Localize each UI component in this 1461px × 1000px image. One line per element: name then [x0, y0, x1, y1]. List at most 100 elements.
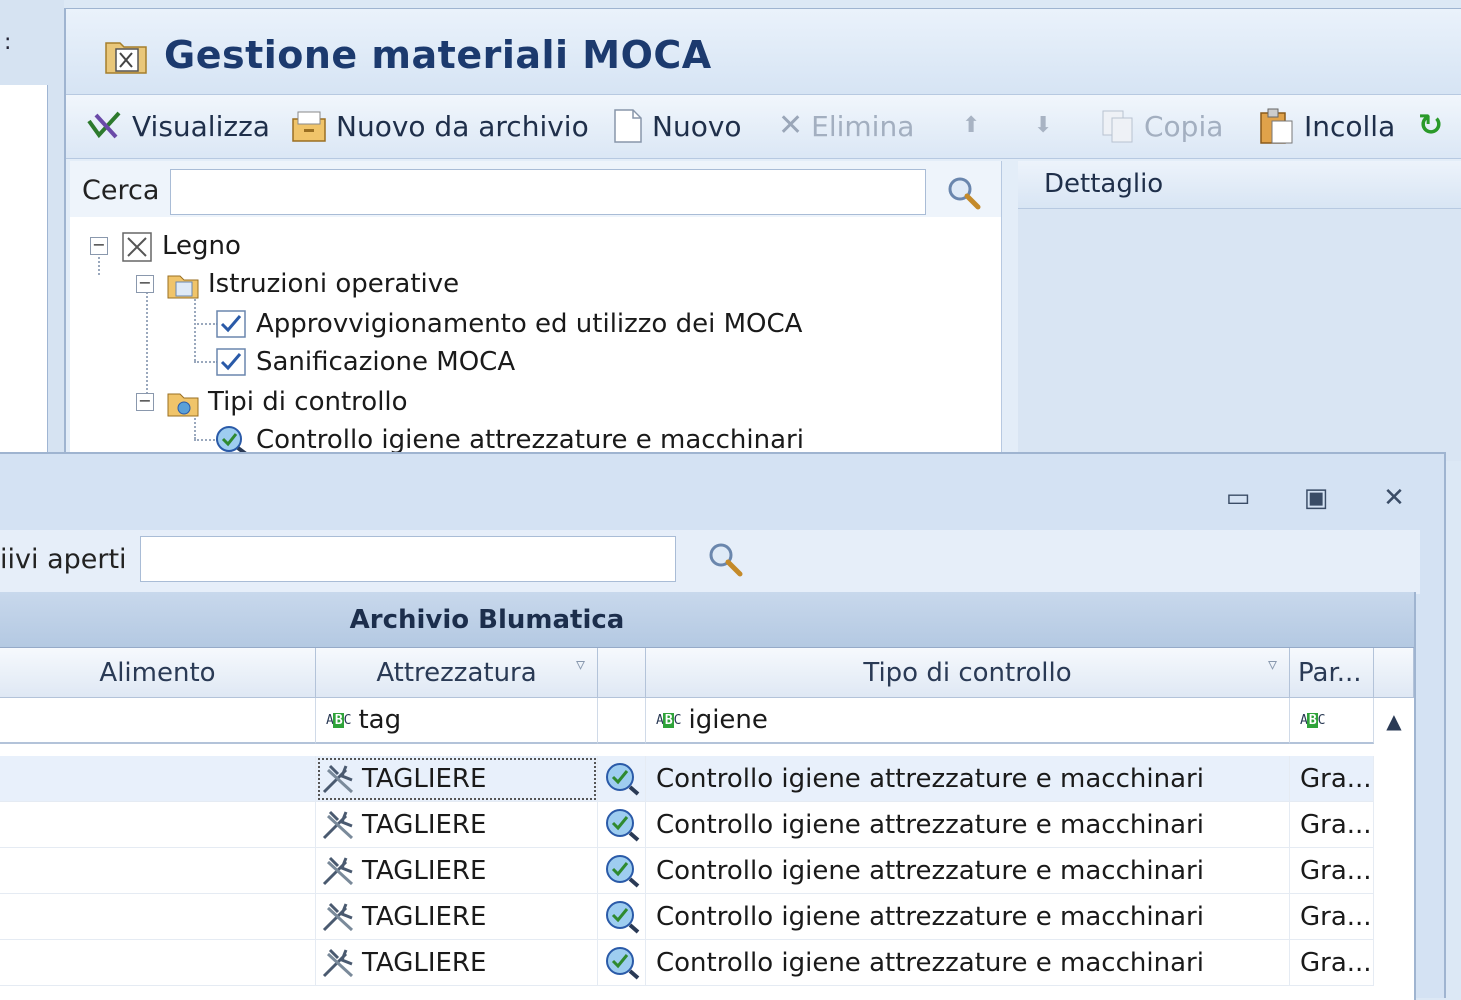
filter-cell-icon — [598, 698, 646, 744]
text-filter-icon: ABC — [326, 712, 352, 728]
filter-icon[interactable]: ▿ — [1268, 654, 1277, 675]
tree-node-tipi-di-controllo[interactable]: Tipi di controllo — [166, 383, 408, 421]
tree-node-legno[interactable]: Legno — [120, 227, 241, 265]
cell-text: Controllo igiene attrezzature e macchina… — [656, 809, 1204, 840]
column-header-tipo-controllo[interactable]: Tipo di controllo ▿ — [646, 648, 1290, 698]
control-check-icon — [605, 762, 639, 796]
title-bar: Gestione materiali MOCA — [66, 9, 1461, 95]
cell-tipo-controllo[interactable]: Controllo igiene attrezzature e macchina… — [646, 802, 1290, 848]
dialog-search-row: iivi aperti — [0, 530, 1420, 594]
tree-node-sanificazione[interactable]: Sanificazione MOCA — [214, 343, 515, 381]
cell-par[interactable]: Gra... — [1290, 802, 1374, 848]
checklist-icon — [216, 310, 246, 338]
cell-tipo-controllo[interactable]: Controllo igiene attrezzature e macchina… — [646, 848, 1290, 894]
minimize-button[interactable]: ▭ — [1218, 478, 1258, 518]
column-header-label: Attrezzatura — [376, 657, 537, 688]
search-icon[interactable] — [946, 175, 982, 211]
arrow-up-icon: ⬆ — [962, 113, 981, 138]
search-icon[interactable] — [706, 540, 746, 580]
nuovo-da-archivio-label: Nuovo da archivio — [336, 109, 589, 143]
incolla-button[interactable]: Incolla — [1258, 105, 1395, 147]
left-pane-content — [0, 85, 48, 455]
band-title: Archivio Blumatica — [349, 605, 625, 635]
column-header-attrezzatura[interactable]: Attrezzatura ▿ — [316, 648, 598, 698]
cell-par[interactable]: Gra... — [1290, 940, 1374, 986]
cell-alimento[interactable] — [0, 940, 316, 986]
material-icon — [122, 232, 152, 262]
cell-icon[interactable] — [598, 940, 646, 986]
scroll-up-arrow[interactable]: ▲ — [1374, 698, 1414, 744]
toolbar: Visualizza Nuovo da archivio Nuovo ✕ Eli… — [66, 95, 1461, 159]
detail-panel: Dettaglio — [1018, 161, 1461, 461]
filter-cell-tipo[interactable]: A B C igiene — [646, 698, 1290, 744]
tree-panel: Cerca − Legno − Istruzioni operative App… — [70, 161, 1002, 461]
search-label: Cerca — [82, 175, 160, 206]
cell-attrezzatura[interactable]: TAGLIERE — [316, 802, 598, 848]
filter-value: igiene — [688, 705, 768, 735]
copy-icon — [1102, 110, 1133, 143]
nuovo-label: Nuovo — [652, 109, 742, 143]
cell-attrezzatura[interactable]: TAGLIERE — [316, 940, 598, 986]
cell-alimento[interactable] — [0, 894, 316, 940]
cell-attrezzatura[interactable]: TAGLIERE — [316, 848, 598, 894]
cell-par[interactable]: Gra... — [1290, 894, 1374, 940]
refresh-icon: ↻ — [1418, 108, 1444, 143]
move-up-button[interactable]: ⬆ — [962, 105, 988, 147]
control-check-icon — [605, 900, 639, 934]
cell-tipo-controllo[interactable]: Controllo igiene attrezzature e macchina… — [646, 756, 1290, 802]
archive-new-icon — [292, 111, 326, 142]
cell-icon[interactable] — [598, 848, 646, 894]
paste-icon — [1260, 108, 1293, 144]
nuovo-da-archivio-button[interactable]: Nuovo da archivio — [290, 105, 589, 147]
cell-alimento[interactable] — [0, 756, 316, 802]
collapse-toggle-tipi[interactable]: − — [136, 393, 154, 411]
text-filter-icon: ABC — [656, 712, 682, 728]
column-header-icon[interactable] — [598, 648, 646, 698]
cell-par[interactable]: Gra... — [1290, 756, 1374, 802]
filter-cell-attrezzatura[interactable]: A B C tag — [316, 698, 598, 744]
arrow-down-icon: ⬇ — [1034, 113, 1053, 138]
tree-node-istruzioni-operative[interactable]: Istruzioni operative — [166, 265, 459, 303]
tools-icon — [322, 810, 354, 839]
cell-text: TAGLIERE — [362, 947, 487, 978]
visualize-icon — [87, 111, 121, 139]
filter-icon[interactable]: ▿ — [576, 654, 585, 675]
collapse-toggle-legno[interactable]: − — [90, 237, 108, 255]
tree-node-approvvigionamento[interactable]: Approvvigionamento ed utilizzo dei MOCA — [214, 305, 802, 343]
visualizza-button[interactable]: Visualizza — [86, 105, 270, 147]
copia-button[interactable]: Copia — [1100, 105, 1223, 147]
tools-icon — [322, 856, 354, 885]
cell-attrezzatura[interactable]: TAGLIERE — [316, 894, 598, 940]
collapse-toggle-istruzioni[interactable]: − — [136, 275, 154, 293]
cell-icon[interactable] — [598, 756, 646, 802]
close-icon: ✕ — [1383, 483, 1405, 513]
cell-attrezzatura[interactable]: TAGLIERE — [316, 756, 598, 802]
cell-icon[interactable] — [598, 802, 646, 848]
refresh-button[interactable]: ↻ — [1418, 105, 1451, 147]
filter-cell-alimento[interactable] — [0, 698, 316, 744]
search-input[interactable] — [170, 169, 926, 215]
cell-icon[interactable] — [598, 894, 646, 940]
column-header-label: Tipo di controllo — [863, 657, 1072, 688]
cell-text: Gra... — [1300, 809, 1372, 840]
left-pane-fragment: : — [4, 30, 12, 55]
filter-cell-par[interactable]: ABC — [1290, 698, 1374, 744]
maximize-icon: ▣ — [1303, 483, 1329, 513]
column-header-alimento[interactable]: Alimento — [0, 648, 316, 698]
nuovo-button[interactable]: Nuovo — [612, 105, 742, 147]
cell-alimento[interactable] — [0, 802, 316, 848]
cell-tipo-controllo[interactable]: Controllo igiene attrezzature e macchina… — [646, 894, 1290, 940]
cell-tipo-controllo[interactable]: Controllo igiene attrezzature e macchina… — [646, 940, 1290, 986]
archive-dialog: ▭ ▣ ✕ iivi aperti Archivio Blumatica Ali… — [0, 452, 1446, 1000]
tree-node-label: Tipi di controllo — [208, 387, 408, 417]
cell-alimento[interactable] — [0, 848, 316, 894]
dialog-search-input[interactable] — [140, 536, 676, 582]
close-button[interactable]: ✕ — [1374, 478, 1414, 518]
elimina-button[interactable]: ✕ Elimina — [778, 105, 914, 147]
folder-instructions-icon — [167, 275, 199, 299]
column-header-par[interactable]: Par... — [1290, 648, 1374, 698]
move-down-button[interactable]: ⬇ — [1034, 105, 1060, 147]
control-check-icon — [605, 946, 639, 980]
cell-par[interactable]: Gra... — [1290, 848, 1374, 894]
maximize-button[interactable]: ▣ — [1296, 478, 1336, 518]
